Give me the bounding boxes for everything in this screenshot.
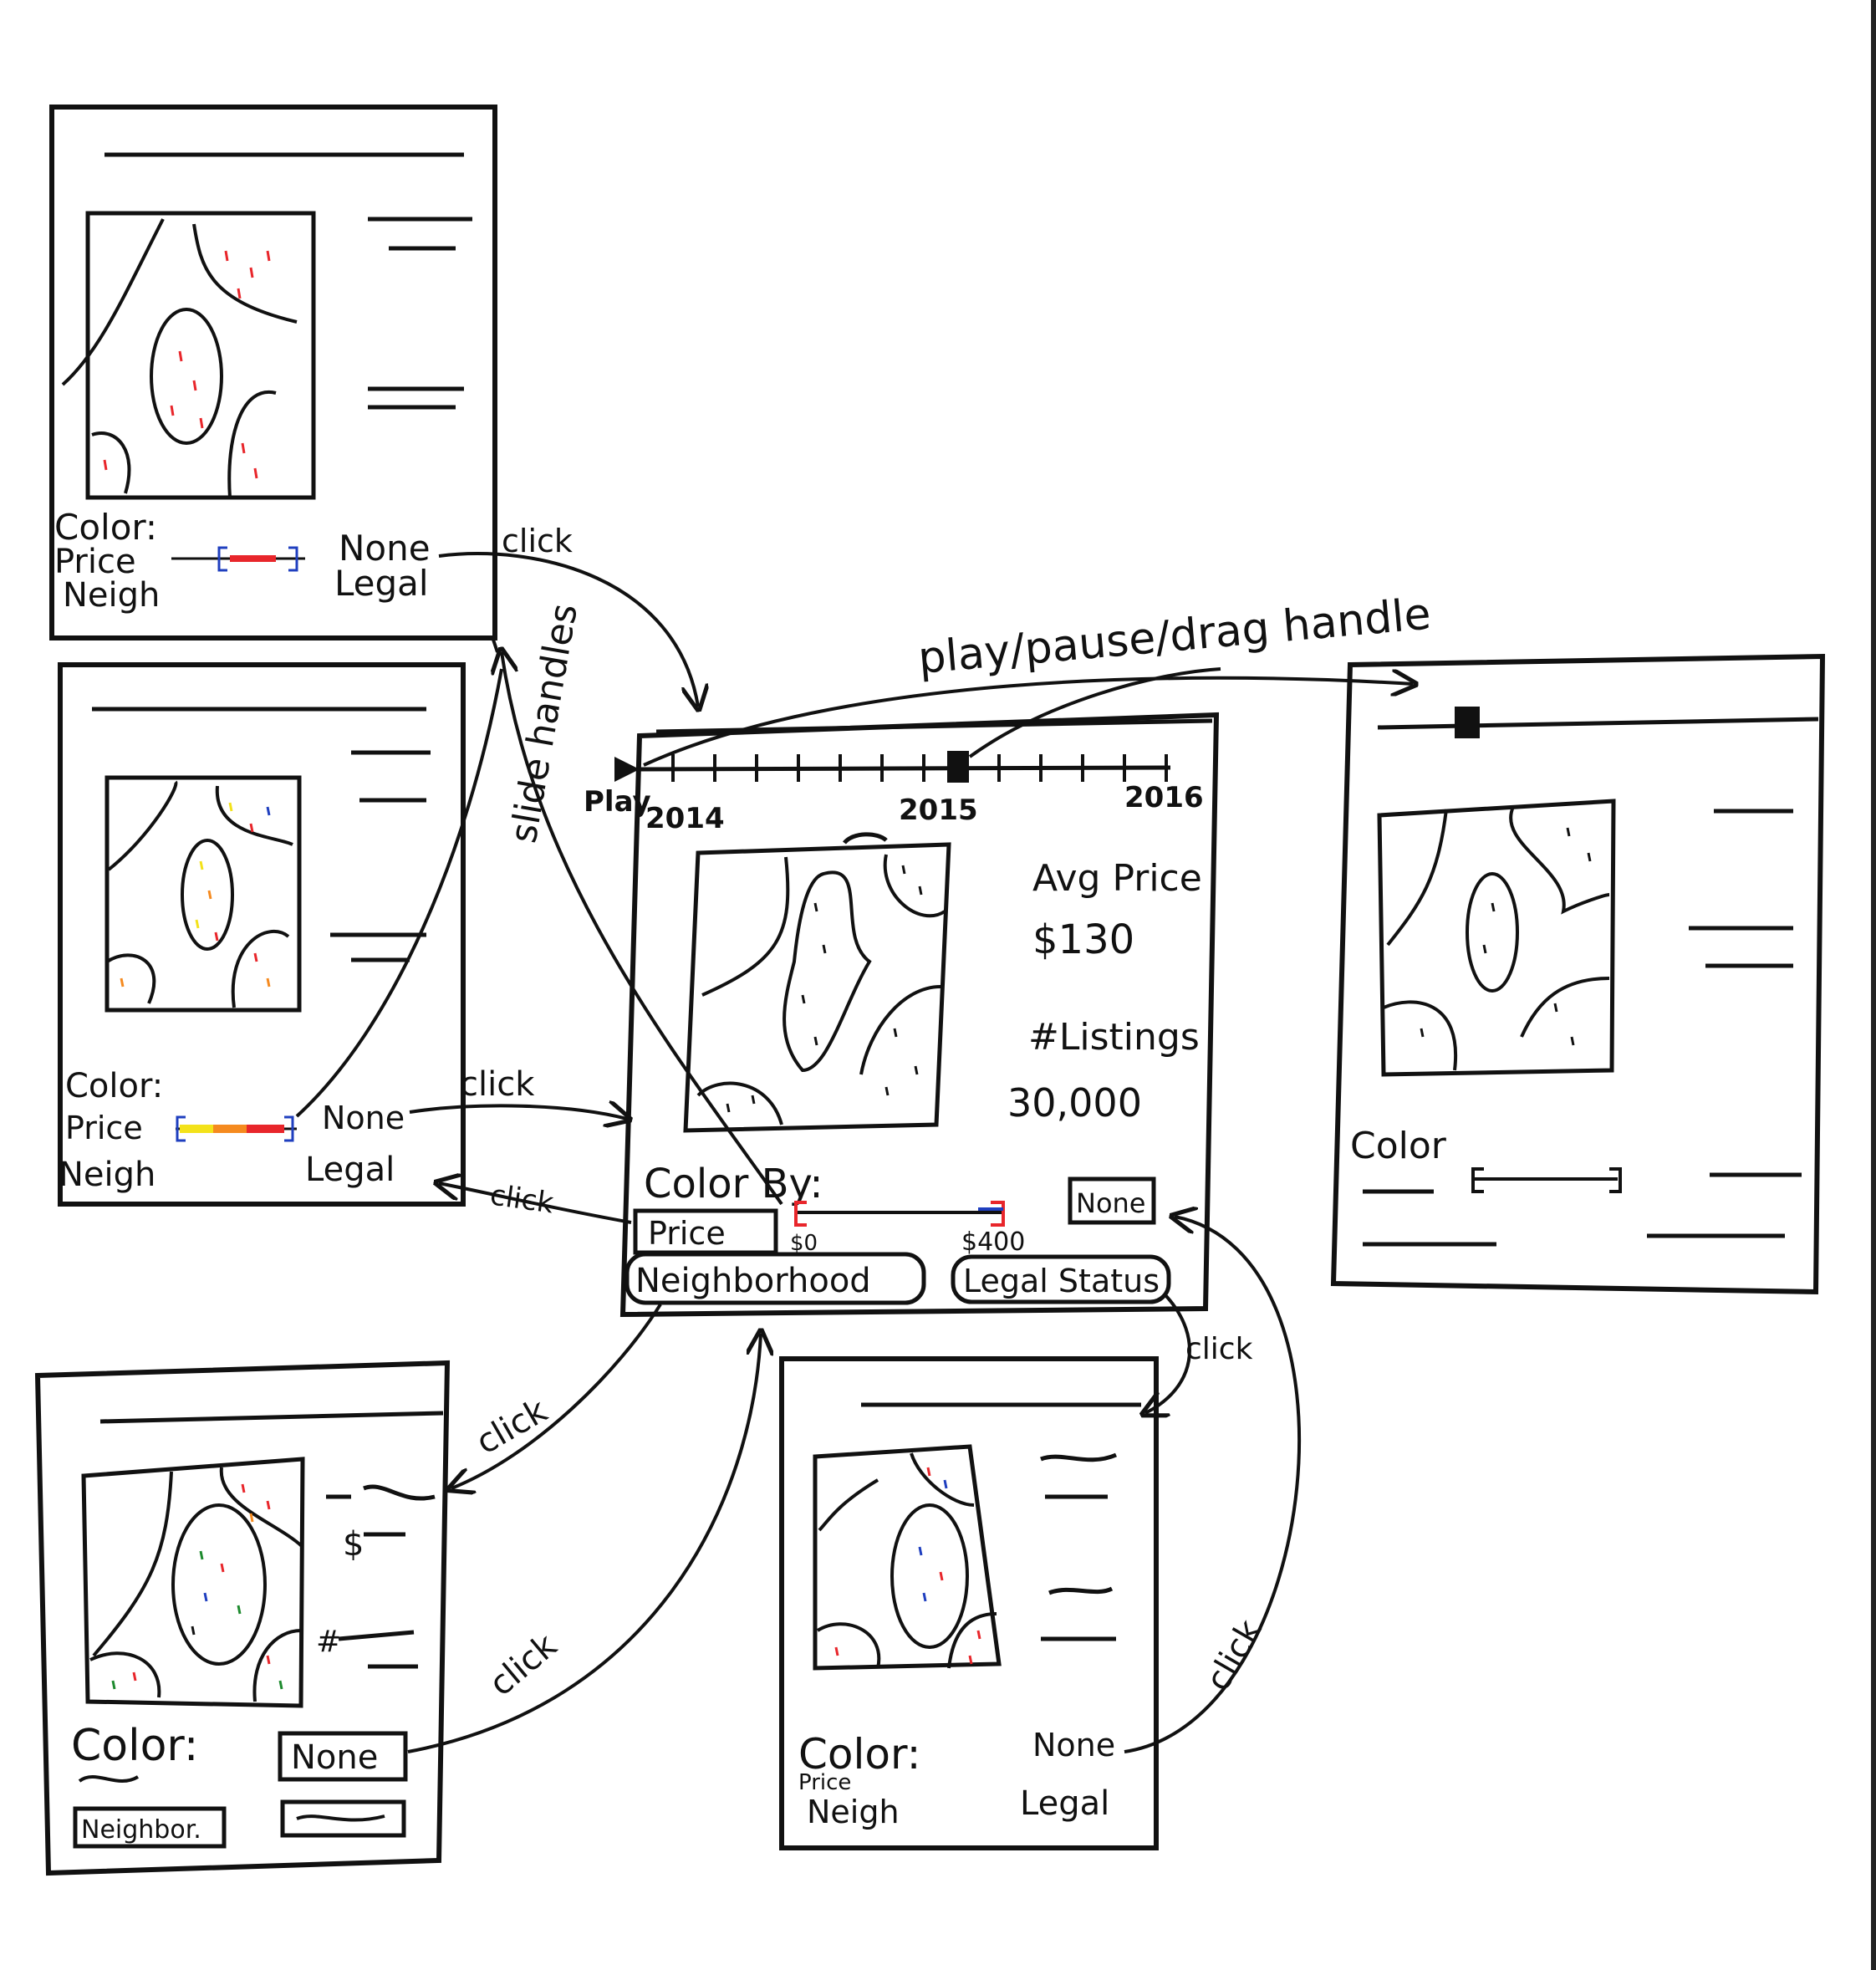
frame-main: Play 2014 2015 2016 Avg Price $130 #List… [584, 712, 1220, 1318]
hash-label: # [316, 1625, 341, 1659]
map-thumbnail [1377, 799, 1616, 1077]
price-option[interactable]: Price [65, 1110, 143, 1146]
play-icon[interactable] [614, 757, 640, 782]
legal-button[interactable] [280, 1799, 406, 1838]
price-range-slider[interactable] [794, 1201, 1005, 1227]
price-range-slider[interactable] [171, 546, 305, 572]
neigh-option[interactable]: Neigh [807, 1794, 900, 1830]
range-max-label: $400 [961, 1227, 1025, 1257]
color-label: Color: [54, 507, 157, 548]
none-option[interactable]: None [322, 1100, 405, 1136]
click-annotation-6: click [1185, 1332, 1253, 1366]
drag-handle[interactable] [1455, 707, 1480, 738]
storyboard-diagram: Color: Price Neigh None Legal Color: Pri… [34, 105, 1826, 1876]
click-annotation-2: click [460, 1065, 535, 1104]
frame-bottom-left: $ # Color: None Neighbor. [34, 1360, 451, 1876]
price-option[interactable]: Price [798, 1770, 851, 1795]
play-pause-annotation: play/pause/drag handle [916, 589, 1433, 684]
frame-right: Color [1330, 653, 1826, 1295]
neighbor-button-label: Neighbor. [81, 1815, 201, 1845]
none-option[interactable]: None [1032, 1727, 1115, 1763]
map-thumbnail [81, 1457, 305, 1708]
price-button-label: Price [648, 1215, 726, 1252]
none-button[interactable]: None [1068, 1176, 1156, 1225]
map-thumbnail [105, 775, 302, 1013]
color-label: Color [1350, 1125, 1447, 1167]
none-button[interactable]: None [278, 1731, 408, 1782]
frame-mid-left: Color: Price Neigh None Legal [58, 662, 466, 1207]
listings-value: 30,000 [1007, 1080, 1142, 1125]
click-annotation-7: click [1199, 1613, 1270, 1697]
click-annotation-4: click [470, 1391, 554, 1462]
price-button[interactable]: Price [633, 1208, 778, 1255]
year-2016: 2016 [1124, 781, 1204, 814]
legal-option[interactable]: Legal [305, 1151, 395, 1189]
click-annotation-5: click [482, 1626, 565, 1703]
color-label: Color: [65, 1067, 163, 1105]
map-thumbnail [813, 1444, 1002, 1671]
avg-price-label: Avg Price [1032, 857, 1202, 900]
avg-price-value: $130 [1032, 916, 1134, 963]
timeline-slider[interactable] [639, 751, 1171, 783]
frame-top-left: Color: Price Neigh None Legal [49, 105, 497, 641]
frame-bottom-center: Color: Price Neigh None Legal [779, 1356, 1159, 1850]
legal-status-button[interactable]: Legal Status [951, 1254, 1171, 1304]
color-by-label: Color By: [644, 1161, 823, 1207]
legal-status-button-label: Legal Status [963, 1263, 1160, 1299]
dollar-label: $ [343, 1525, 364, 1564]
click-annotation-3: click [488, 1178, 556, 1220]
play-label[interactable]: Play [584, 785, 651, 819]
neighborhood-button[interactable]: Neighborhood [624, 1252, 926, 1305]
neigh-option[interactable]: Neigh [59, 1156, 155, 1194]
neighborhood-button-label: Neighborhood [635, 1262, 871, 1300]
main-map [683, 832, 951, 1133]
color-label: Color: [71, 1721, 198, 1771]
year-2015: 2015 [899, 794, 978, 827]
legal-option[interactable]: Legal [334, 563, 429, 604]
drag-handle[interactable] [947, 751, 969, 783]
neighbor-button[interactable]: Neighbor. [73, 1806, 227, 1849]
range-slider[interactable] [1471, 1167, 1622, 1193]
click-annotation-1: click [502, 523, 573, 559]
neigh-option[interactable]: Neigh [63, 576, 160, 615]
price-range-slider[interactable] [176, 1115, 297, 1142]
year-2014: 2014 [645, 802, 725, 835]
none-button-label: None [1076, 1187, 1145, 1219]
none-button-label: None [291, 1738, 378, 1777]
page-edge [1871, 0, 1876, 1970]
legal-option[interactable]: Legal [1020, 1784, 1109, 1823]
map-thumbnail [61, 211, 316, 500]
listings-label: #Listings [1028, 1016, 1200, 1059]
